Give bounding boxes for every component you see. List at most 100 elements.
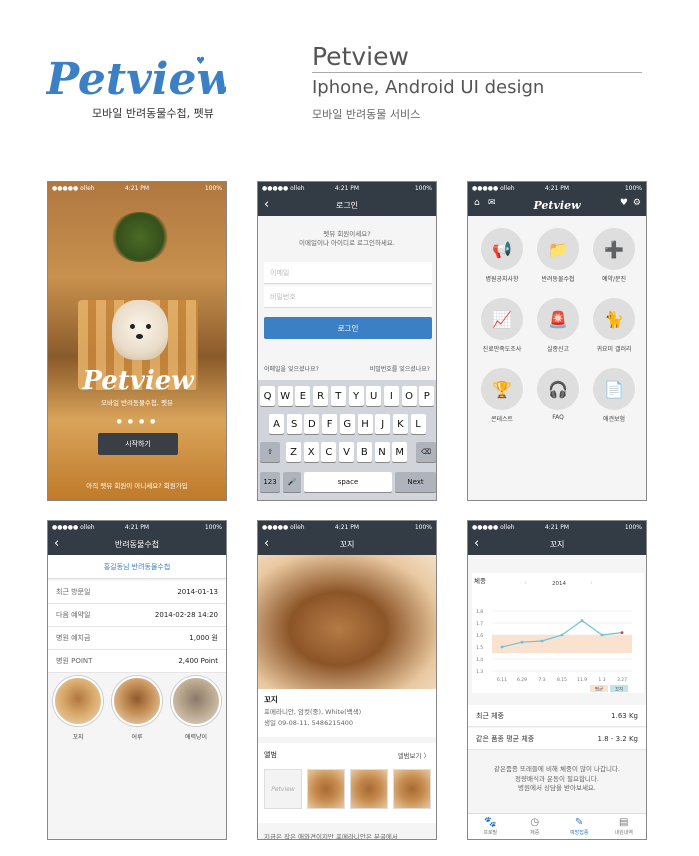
key-p[interactable]: P (419, 386, 435, 406)
key-j[interactable]: J (375, 414, 391, 434)
navigation-bar: ‹ 꼬지 (468, 533, 646, 555)
pet-avatar-item[interactable]: 어루 (111, 676, 163, 741)
average-weight-value: 1.8 - 3.2 Kg (597, 734, 639, 743)
navigation-bar: ‹ 반려동물수첩 (48, 533, 226, 555)
year-label: 2014 (552, 581, 566, 587)
menu-tile[interactable]: 📈 진료만족도조사 (480, 298, 524, 353)
start-button[interactable]: 시작하기 (98, 433, 178, 455)
key-s[interactable]: S (286, 414, 302, 434)
numbers-key[interactable]: 123 (260, 472, 280, 492)
weight-point[interactable] (520, 640, 524, 644)
key-c[interactable]: C (321, 442, 337, 462)
key-g[interactable]: G (339, 414, 355, 434)
page-title: Petview (312, 42, 409, 71)
key-i[interactable]: I (383, 386, 399, 406)
tab-2[interactable]: ✎ 예방접종 (557, 814, 602, 839)
pet-photo[interactable] (258, 555, 436, 689)
recent-weight-row: 최근 체중 1.63 Kg (468, 705, 646, 727)
nav-title: 꼬지 (339, 539, 355, 549)
menu-tile[interactable]: 🏆 콘테스트 (480, 368, 524, 423)
shift-key[interactable]: ⇧ (260, 442, 280, 462)
key-x[interactable]: X (303, 442, 319, 462)
forgot-password-link[interactable]: 비밀번호를 잊으셨나요? (370, 364, 430, 373)
key-e[interactable]: E (295, 386, 311, 406)
key-d[interactable]: D (304, 414, 320, 434)
key-q[interactable]: Q (260, 386, 275, 406)
tab-1[interactable]: ◷ 체중 (513, 814, 558, 839)
recent-weight-label: 최근 체중 (476, 711, 504, 720)
y-tick-label: 1.3 (476, 669, 483, 675)
menu-tile[interactable]: 🚨 실종신고 (536, 298, 580, 353)
weight-chart: 체중 ‹ 2014 › 1.8 1.7 1.6 1.5 1.4 1.3 6.11 6.29 7.3 8.1… (472, 573, 644, 693)
back-icon[interactable]: ‹ (474, 536, 479, 551)
space-key[interactable]: space (304, 472, 392, 492)
menu-tile-label: 귀요미 갤러리 (596, 346, 632, 353)
next-year-icon[interactable]: › (590, 579, 593, 587)
key-w[interactable]: W (277, 386, 293, 406)
back-icon[interactable]: ‹ (264, 197, 269, 212)
join-link[interactable]: 아직 펫뷰 회원이 아니세요? 회원가입 (48, 480, 226, 490)
dog-eye (146, 324, 151, 329)
email-field[interactable]: 이메일 (264, 262, 432, 284)
weight-point[interactable] (560, 633, 564, 637)
x-tick-label: 7.3 (538, 677, 545, 683)
nav-title: 로그인 (335, 200, 359, 210)
key-m[interactable]: M (392, 442, 408, 462)
page-indicator[interactable]: ● ● ● ● (48, 418, 226, 425)
menu-tile[interactable]: 📁 반려동물수첩 (536, 228, 580, 283)
menu-tile[interactable]: 📢 병원공지사항 (480, 228, 524, 283)
key-t[interactable]: T (330, 386, 346, 406)
key-u[interactable]: U (366, 386, 382, 406)
album-thumb[interactable] (350, 769, 388, 809)
weight-point[interactable] (600, 633, 604, 637)
album-thumb-placeholder[interactable]: Petview (264, 769, 302, 809)
key-n[interactable]: N (374, 442, 390, 462)
key-r[interactable]: R (313, 386, 329, 406)
weight-point[interactable] (500, 645, 504, 649)
x-tick-label: 3.27 (617, 677, 627, 683)
key-l[interactable]: L (410, 414, 426, 434)
tab-0[interactable]: 🐾 프로필 (468, 814, 513, 839)
dog-nose (136, 334, 143, 339)
key-b[interactable]: B (356, 442, 372, 462)
key-k[interactable]: K (392, 414, 408, 434)
dog-eye (130, 324, 135, 329)
prev-year-icon[interactable]: ‹ (524, 579, 527, 587)
key-h[interactable]: H (357, 414, 373, 434)
tab-3[interactable]: ▤ 내원내역 (602, 814, 647, 839)
key-a[interactable]: A (269, 414, 284, 434)
headset-icon: 🎧 (537, 368, 579, 410)
key-y[interactable]: Y (348, 386, 364, 406)
key-v[interactable]: V (339, 442, 355, 462)
time-label: 4:21 PM (124, 523, 150, 531)
album-thumb[interactable] (307, 769, 345, 809)
back-icon[interactable]: ‹ (264, 536, 269, 551)
heart-icon[interactable]: ♥ (620, 198, 628, 208)
album-more-link[interactable]: 앨범보기 〉 (398, 750, 431, 760)
menu-tile[interactable]: 🐈 귀요미 갤러리 (592, 298, 636, 353)
tab-icon: ▤ (619, 817, 629, 828)
menu-tile[interactable]: 🎧 FAQ (536, 368, 580, 421)
delete-key[interactable]: ⌫ (416, 442, 436, 462)
forgot-email-link[interactable]: 이메일을 잊으셨나요? (264, 364, 319, 373)
key-f[interactable]: F (322, 414, 338, 434)
home-icon[interactable]: ⌂ (474, 198, 480, 208)
gear-icon[interactable]: ⚙ (633, 198, 641, 208)
info-value: 2014-02-28 14:20 (154, 611, 218, 619)
menu-tile[interactable]: 📄 애견보험 (592, 368, 636, 423)
login-button[interactable]: 로그인 (264, 317, 432, 339)
weight-point[interactable] (580, 619, 584, 622)
weight-point[interactable] (620, 631, 624, 634)
back-icon[interactable]: ‹ (54, 536, 59, 551)
mail-icon[interactable]: ✉ (488, 198, 496, 208)
pet-avatar-item[interactable]: 애력냥이 (170, 676, 222, 741)
microphone-icon[interactable]: 🎤 (283, 472, 301, 492)
weight-point[interactable] (540, 639, 544, 643)
key-z[interactable]: Z (286, 442, 301, 462)
menu-tile[interactable]: ➕ 예약/문진 (592, 228, 636, 283)
pet-avatar-item[interactable]: 꼬지 (52, 676, 104, 741)
password-field[interactable]: 비밀번호 (264, 286, 432, 308)
key-o[interactable]: O (401, 386, 417, 406)
next-key[interactable]: Next (395, 472, 436, 492)
album-thumb[interactable] (393, 769, 431, 809)
